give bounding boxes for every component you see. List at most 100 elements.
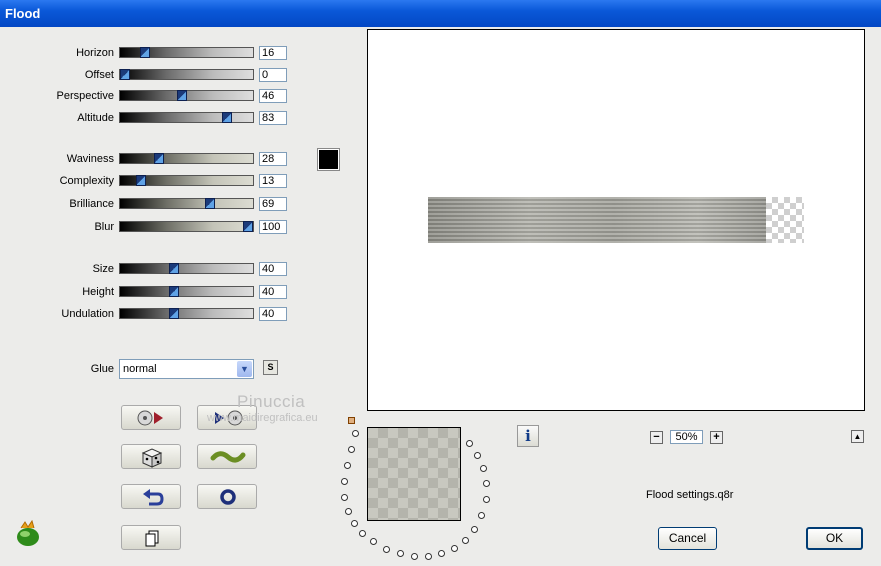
glue-select[interactable]: normal ▼ [119, 359, 254, 379]
ring-dot [341, 494, 348, 501]
height-slider[interactable] [119, 286, 254, 297]
size-slider-thumb[interactable] [169, 263, 180, 274]
navigator-thumbnail[interactable] [367, 427, 461, 521]
waviness-slider[interactable] [119, 153, 254, 164]
horizon-slider[interactable] [119, 47, 254, 58]
waviness-value[interactable]: 28 [259, 152, 287, 166]
horizon-value[interactable]: 16 [259, 46, 287, 60]
complexity-label: Complexity [59, 175, 114, 187]
altitude-slider[interactable] [119, 112, 254, 123]
ring-dot [438, 550, 445, 557]
copy-button[interactable] [121, 525, 181, 550]
ring-dot [483, 480, 490, 487]
height-label: Height [82, 286, 114, 298]
random-button[interactable] [121, 444, 181, 469]
ring-dot [425, 553, 432, 560]
info-icon: i [525, 427, 531, 445]
ring-dot [483, 496, 490, 503]
ring-dot [370, 538, 377, 545]
cancel-button[interactable]: Cancel [658, 527, 717, 550]
glue-select-value: normal [123, 363, 157, 375]
ring-dot [348, 446, 355, 453]
wave-button[interactable] [197, 444, 257, 469]
preview-canvas[interactable] [367, 29, 865, 411]
ring-dot [345, 508, 352, 515]
brilliance-value[interactable]: 69 [259, 197, 287, 211]
undulation-label: Undulation [61, 308, 114, 320]
caret-up-icon: ▲ [853, 432, 862, 441]
settings-filename: Flood settings.q8r [646, 489, 734, 501]
ring-dot [451, 545, 458, 552]
blur-label: Blur [94, 221, 114, 233]
size-value[interactable]: 40 [259, 262, 287, 276]
load-preset-button[interactable] [121, 405, 181, 430]
pages-icon [145, 530, 159, 547]
ring-dot [411, 553, 418, 560]
offset-label: Offset [84, 69, 114, 81]
perspective-value[interactable]: 46 [259, 89, 287, 103]
ok-button[interactable]: OK [806, 527, 863, 550]
size-slider[interactable] [119, 263, 254, 274]
complexity-slider-thumb[interactable] [135, 175, 146, 186]
flood-color-swatch[interactable] [317, 148, 340, 171]
undulation-slider[interactable] [119, 308, 254, 319]
ring-dot [480, 465, 487, 472]
flood-preview-strip [428, 197, 766, 243]
offset-value[interactable]: 0 [259, 68, 287, 82]
info-button[interactable]: i [517, 425, 539, 447]
height-slider-thumb[interactable] [169, 286, 180, 297]
ring-dot [344, 462, 351, 469]
waviness-label: Waviness [66, 153, 114, 165]
offset-slider-thumb[interactable] [120, 69, 130, 80]
brilliance-slider[interactable] [119, 198, 254, 209]
blur-slider[interactable] [119, 221, 254, 232]
minus-icon: − [653, 431, 660, 443]
brilliance-slider-thumb[interactable] [204, 198, 215, 209]
ring-dot [471, 526, 478, 533]
ring-dot [474, 452, 481, 459]
ring-dot [466, 440, 473, 447]
perspective-slider[interactable] [119, 90, 254, 101]
undulation-value[interactable]: 40 [259, 307, 287, 321]
watermark-url: www.maidiregrafica.eu [207, 412, 318, 424]
undo-button[interactable] [121, 484, 181, 509]
chevron-down-icon[interactable]: ▼ [237, 361, 252, 377]
perspective-slider-thumb[interactable] [176, 90, 187, 101]
ring-dot [352, 430, 359, 437]
title-bar: Flood [0, 0, 881, 27]
app-logo-icon [17, 520, 39, 546]
ring-dot [462, 537, 469, 544]
transparency-checker [766, 197, 804, 243]
glue-s-button[interactable]: S [263, 360, 278, 375]
zoom-level[interactable]: 50% [670, 430, 703, 444]
blur-slider-thumb[interactable] [243, 221, 253, 232]
complexity-slider[interactable] [119, 175, 254, 186]
glue-label: Glue [90, 363, 114, 375]
height-value[interactable]: 40 [259, 285, 287, 299]
dice-icon [141, 448, 163, 468]
ring-dot [341, 478, 348, 485]
wave-icon [210, 451, 246, 463]
navigator-handle[interactable] [348, 417, 355, 424]
ring-dot [359, 530, 366, 537]
collapse-preview-button[interactable]: ▲ [851, 430, 864, 443]
perspective-label: Perspective [56, 90, 114, 102]
undulation-slider-thumb[interactable] [169, 308, 180, 319]
altitude-label: Altitude [77, 112, 114, 124]
waviness-slider-thumb[interactable] [154, 153, 165, 164]
plus-icon: + [713, 431, 720, 443]
zoom-in-button[interactable]: + [710, 431, 723, 444]
complexity-value[interactable]: 13 [259, 174, 287, 188]
altitude-slider-thumb[interactable] [222, 112, 233, 123]
size-label: Size [92, 263, 114, 275]
reset-button[interactable] [197, 484, 257, 509]
disk-play-icon [137, 410, 163, 426]
ring-icon [220, 489, 236, 505]
blur-value[interactable]: 100 [259, 220, 287, 234]
zoom-out-button[interactable]: − [650, 431, 663, 444]
brilliance-label: Brilliance [69, 198, 114, 210]
altitude-value[interactable]: 83 [259, 111, 287, 125]
undo-icon [143, 489, 164, 506]
horizon-slider-thumb[interactable] [139, 47, 150, 58]
offset-slider[interactable] [119, 69, 254, 80]
